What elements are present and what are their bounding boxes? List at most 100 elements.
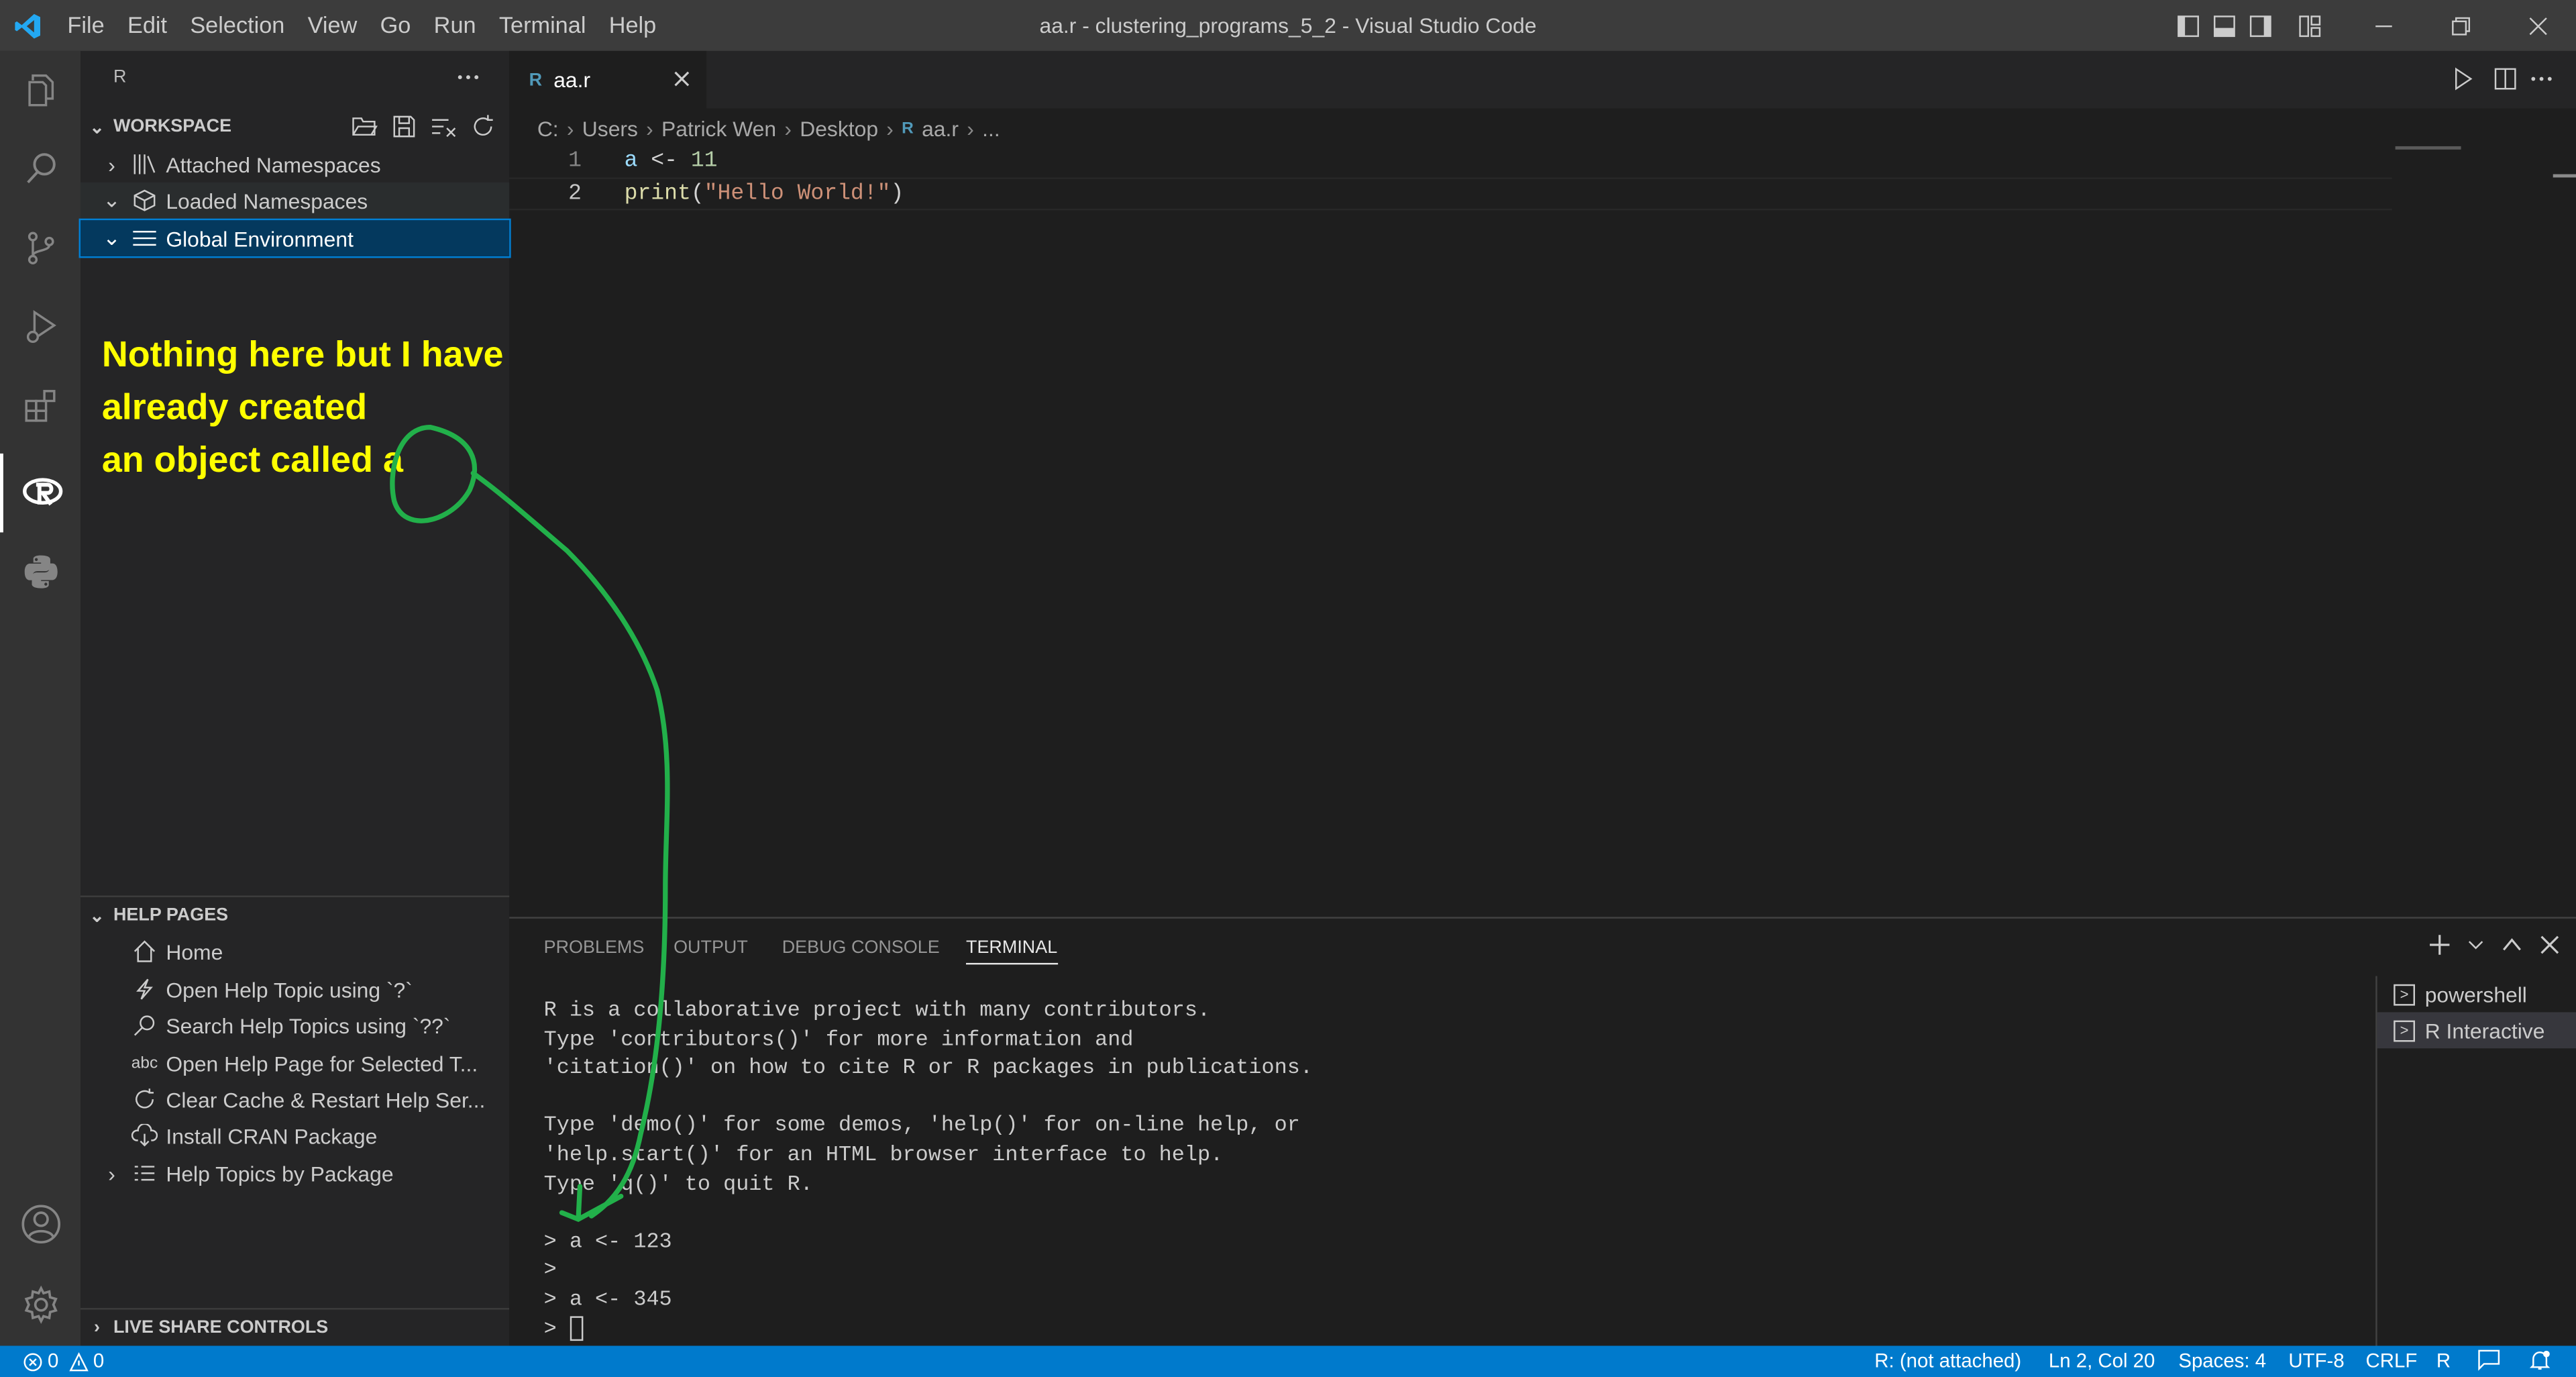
live-share-section-header[interactable]: › LIVE SHARE CONTROLS	[80, 1310, 509, 1346]
indentation-status[interactable]: Spaces: 4	[2178, 1345, 2266, 1377]
open-folder-icon[interactable]	[352, 113, 378, 140]
cursor-position[interactable]: Ln 2, Col 20	[2049, 1345, 2155, 1377]
minimize-button[interactable]	[2345, 0, 2422, 51]
chevron-down-icon: ⌄	[103, 225, 121, 250]
help-pages-section-header[interactable]: ⌄ HELP PAGES	[80, 897, 509, 933]
breadcrumb-item[interactable]: Users	[582, 116, 638, 141]
language-mode[interactable]: R	[2436, 1345, 2451, 1377]
chevron-right-icon: ›	[108, 1160, 115, 1186]
workspace-actions	[352, 113, 496, 140]
tab-aa-r[interactable]: R aa.r	[509, 50, 707, 109]
chevron-down-icon: ⌄	[89, 906, 105, 926]
breadcrumb-item[interactable]: Desktop	[800, 116, 878, 141]
settings-gear-icon[interactable]	[0, 1265, 80, 1344]
split-editor-icon[interactable]	[2494, 67, 2517, 95]
minimap[interactable]	[2395, 146, 2461, 150]
python-icon[interactable]	[0, 532, 80, 611]
menu-item-run[interactable]: Run	[423, 0, 488, 51]
extensions-icon[interactable]	[0, 366, 80, 446]
run-debug-icon[interactable]	[0, 288, 80, 367]
help-item-search-topics[interactable]: Search Help Topics using `??`	[80, 1007, 509, 1043]
help-item-home[interactable]: Home	[80, 933, 509, 970]
toggle-secondary-sidebar-icon[interactable]	[2243, 0, 2279, 51]
help-item-install-cran[interactable]: Install CRAN Package	[80, 1117, 509, 1154]
editor-more-actions-icon[interactable]	[2530, 67, 2553, 95]
menu-item-help[interactable]: Help	[598, 0, 668, 51]
code-line-current[interactable]: 2 print("Hello World!")	[509, 177, 2392, 211]
menu-item-edit[interactable]: Edit	[116, 0, 178, 51]
tree-item-loaded-namespaces[interactable]: ⌄ Loaded Namespaces	[80, 182, 510, 219]
refresh-icon[interactable]	[470, 113, 496, 140]
breadcrumb-item[interactable]: ...	[982, 116, 1000, 141]
menu-item-file[interactable]: File	[56, 0, 116, 51]
vscode-logo-icon	[0, 0, 56, 51]
restore-button[interactable]	[2422, 0, 2499, 51]
r-extension-icon[interactable]	[0, 453, 80, 533]
terminal-line: 'citation()' on how to cite R or R packa…	[543, 1055, 1313, 1080]
eol-status[interactable]: CRLF	[2366, 1345, 2418, 1377]
accounts-icon[interactable]	[0, 1185, 80, 1264]
terminal-item-powershell[interactable]: > powershell	[2377, 976, 2576, 1013]
terminal-line: Type 'contributors()' for more informati…	[543, 1026, 1134, 1052]
chevron-down-icon: ⌄	[103, 187, 121, 212]
warning-icon	[68, 1352, 89, 1371]
side-bar: R ⌄ WORKSPACE › Attached Namespaces ⌄ Loa…	[78, 50, 511, 1346]
toggle-sidebar-icon[interactable]	[2170, 0, 2206, 51]
tab-debug-console[interactable]: DEBUG CONSOLE	[782, 938, 940, 958]
tree-item-attached-namespaces[interactable]: › Attached Namespaces	[80, 146, 509, 183]
search-icon[interactable]	[0, 130, 80, 209]
source-control-icon[interactable]	[0, 209, 80, 288]
terminal-line: > a <- 345	[543, 1286, 672, 1311]
clear-all-icon[interactable]	[431, 113, 457, 140]
feedback-icon[interactable]	[2477, 1349, 2504, 1377]
breadcrumb-item[interactable]: aa.r	[922, 116, 959, 141]
r-file-icon: R	[902, 119, 914, 138]
menu-item-view[interactable]: View	[297, 0, 369, 51]
home-icon	[127, 940, 163, 963]
maximize-panel-icon[interactable]	[2500, 933, 2523, 956]
close-tab-icon[interactable]	[674, 67, 690, 92]
tab-problems[interactable]: PROBLEMS	[544, 938, 645, 958]
terminal-output[interactable]: R is a collaborative project with many c…	[544, 996, 1313, 1343]
panel-actions	[2428, 933, 2560, 956]
activity-bar	[0, 50, 81, 1346]
toggle-panel-icon[interactable]	[2206, 0, 2243, 51]
explorer-icon[interactable]	[0, 51, 80, 130]
menu-item-selection[interactable]: Selection	[178, 0, 296, 51]
close-panel-icon[interactable]	[2540, 935, 2559, 954]
help-item-topics-by-package[interactable]: › Help Topics by Package	[80, 1155, 509, 1191]
tab-terminal[interactable]: TERMINAL	[966, 938, 1058, 965]
tree-item-global-environment[interactable]: ⌄ Global Environment	[78, 218, 511, 258]
more-actions-icon[interactable]	[455, 66, 481, 91]
problems-status[interactable]: 0 0	[23, 1345, 104, 1377]
code-text: a <- 11	[625, 146, 718, 179]
run-file-icon[interactable]	[2451, 67, 2474, 95]
help-item-open-selected[interactable]: abc Open Help Page for Selected T...	[80, 1045, 509, 1081]
tab-output[interactable]: OUTPUT	[674, 938, 748, 958]
r-session-status[interactable]: R: (not attached)	[1874, 1345, 2021, 1377]
menu-item-go[interactable]: Go	[368, 0, 422, 51]
code-token: 11	[690, 149, 718, 174]
customize-layout-icon[interactable]	[2292, 0, 2328, 51]
breadcrumb-item[interactable]: Patrick Wen	[661, 116, 776, 141]
terminal-line: Type 'q()' to quit R.	[543, 1170, 813, 1196]
help-item-open-topic[interactable]: Open Help Topic using `?`	[80, 971, 509, 1007]
code-token: print	[624, 182, 691, 207]
breadcrumb: C: › Users › Patrick Wen › Desktop › R aa.r ›…	[537, 115, 1000, 141]
code-line[interactable]: 1a <- 11	[509, 146, 2392, 179]
bottom-panel: PROBLEMS OUTPUT DEBUG CONSOLE TERMINAL R…	[509, 917, 2576, 1347]
zap-icon	[127, 978, 163, 1001]
encoding-status[interactable]: UTF-8	[2288, 1345, 2344, 1377]
save-icon[interactable]	[391, 113, 417, 140]
close-window-button[interactable]	[2499, 0, 2576, 51]
chevron-down-icon[interactable]	[2467, 937, 2483, 953]
new-terminal-icon[interactable]	[2428, 933, 2451, 956]
terminal-item-r-interactive[interactable]: > R Interactive	[2377, 1012, 2576, 1049]
notifications-bell-icon[interactable]	[2528, 1349, 2551, 1377]
menu-item-terminal[interactable]: Terminal	[488, 0, 598, 51]
library-icon	[127, 153, 163, 176]
help-item-clear-cache[interactable]: Clear Cache & Restart Help Ser...	[80, 1081, 509, 1117]
breadcrumb-item[interactable]: C:	[537, 116, 559, 141]
